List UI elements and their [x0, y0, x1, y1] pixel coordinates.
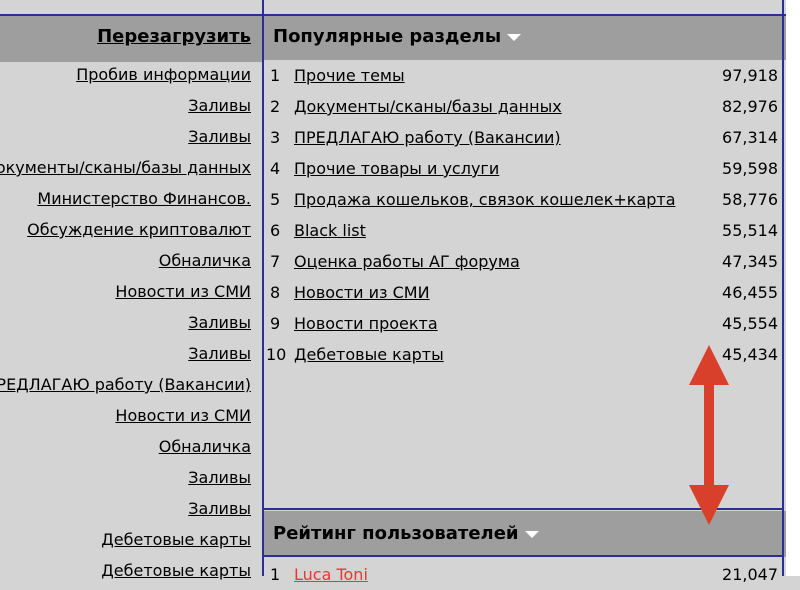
- rank-number: 3: [270, 128, 281, 147]
- recent-topic-link[interactable]: Заливы: [188, 127, 251, 146]
- recent-topic-link[interactable]: Заливы: [188, 468, 251, 487]
- dropdown-triangle-icon[interactable]: [524, 530, 539, 538]
- popular-row: 5 Продажа кошельков, связок кошелек+карт…: [264, 184, 786, 215]
- popular-row: 1 Прочие темы 97,918: [264, 60, 786, 91]
- popular-row: 2 Документы/сканы/базы данных 82,976: [264, 91, 786, 122]
- rank-number: 6: [270, 221, 281, 240]
- rank-number: 4: [270, 159, 281, 178]
- recent-topic-link[interactable]: Заливы: [188, 344, 251, 363]
- popular-row: 4 Прочие товары и услуги 59,598: [264, 153, 786, 184]
- recent-topic-link[interactable]: Министерство Финансов.: [37, 189, 251, 208]
- user-link[interactable]: Luca Toni: [294, 565, 368, 584]
- section-link[interactable]: Документы/сканы/базы данных: [294, 97, 562, 116]
- rating-header-bottom-line: [264, 555, 784, 557]
- rank-number: 1: [270, 66, 281, 85]
- recent-topic-link[interactable]: Новости из СМИ: [115, 406, 251, 425]
- rank-number: 7: [270, 252, 281, 271]
- post-count: 46,455: [722, 283, 778, 302]
- rating-row: 1 Luca Toni 21,047: [264, 559, 786, 590]
- post-count: 97,918: [722, 66, 778, 85]
- section-link[interactable]: Новости проекта: [294, 314, 438, 333]
- popular-row: 3 ПРЕДЛАГАЮ работу (Вакансии) 67,314: [264, 122, 786, 153]
- popular-sections-title: Популярные разделы: [273, 26, 502, 47]
- recent-topic-link[interactable]: Обналичка: [159, 251, 251, 270]
- rank-number: 10: [266, 345, 287, 364]
- recent-topic-link[interactable]: Заливы: [188, 96, 251, 115]
- recent-topics-header: Перезагрузить: [0, 14, 262, 62]
- post-count: 59,598: [722, 159, 778, 178]
- rank-number: 2: [270, 97, 281, 116]
- user-score: 21,047: [722, 565, 778, 584]
- user-rating-title: Рейтинг пользователей: [273, 523, 519, 544]
- recent-topic-link[interactable]: Документы/сканы/базы данных: [0, 158, 251, 177]
- popular-sections-header: Популярные разделы: [264, 14, 786, 60]
- section-link[interactable]: Продажа кошельков, связок кошелек+карта: [294, 190, 676, 209]
- recent-topic-link[interactable]: Дебетовые карты: [101, 530, 251, 549]
- page-margin: [786, 0, 800, 576]
- recent-topic-link[interactable]: Обналичка: [159, 437, 251, 456]
- recent-topic-link[interactable]: Заливы: [188, 499, 251, 518]
- recent-topic-link[interactable]: Дебетовые карты: [101, 561, 251, 580]
- post-count: 55,514: [722, 221, 778, 240]
- popular-sections-title-wrap: Популярные разделы: [273, 26, 522, 47]
- section-link[interactable]: Прочие темы: [294, 66, 405, 85]
- popular-row: 8 Новости из СМИ 46,455: [264, 277, 786, 308]
- section-link[interactable]: Новости из СМИ: [294, 283, 430, 302]
- double-arrow-annotation: [689, 345, 729, 525]
- recent-topic-link[interactable]: Пробив информации: [76, 65, 251, 84]
- recent-topic-link[interactable]: Заливы: [188, 313, 251, 332]
- post-count: 82,976: [722, 97, 778, 116]
- section-link[interactable]: Прочие товары и услуги: [294, 159, 499, 178]
- post-count: 58,776: [722, 190, 778, 209]
- user-rating-title-wrap: Рейтинг пользователей: [273, 523, 539, 544]
- post-count: 45,554: [722, 314, 778, 333]
- frame-top-line: [0, 14, 786, 16]
- recent-topic-link[interactable]: Новости из СМИ: [115, 282, 251, 301]
- rank-number: 1: [270, 565, 281, 584]
- recent-topic-link[interactable]: ПРЕДЛАГАЮ работу (Вакансии): [0, 375, 251, 394]
- reload-link[interactable]: Перезагрузить: [97, 26, 251, 47]
- rank-number: 9: [270, 314, 281, 333]
- section-link[interactable]: Оценка работы АГ форума: [294, 252, 520, 271]
- frame-right-line: [782, 0, 784, 576]
- rank-number: 8: [270, 283, 281, 302]
- post-count: 67,314: [722, 128, 778, 147]
- rank-number: 5: [270, 190, 281, 209]
- popular-row: 9 Новости проекта 45,554: [264, 308, 786, 339]
- recent-topic-link[interactable]: Обсуждение криптовалют: [27, 220, 251, 239]
- dropdown-triangle-icon[interactable]: [507, 33, 522, 41]
- section-link[interactable]: Дебетовые карты: [294, 345, 444, 364]
- section-link[interactable]: Black list: [294, 221, 366, 240]
- recent-topics-panel: Перезагрузить Пробив информации Заливы З…: [0, 14, 262, 580]
- section-link[interactable]: ПРЕДЛАГАЮ работу (Вакансии): [294, 128, 561, 147]
- post-count: 47,345: [722, 252, 778, 271]
- column-divider: [262, 0, 264, 576]
- popular-row: 7 Оценка работы АГ форума 47,345: [264, 246, 786, 277]
- popular-row: 6 Black list 55,514: [264, 215, 786, 246]
